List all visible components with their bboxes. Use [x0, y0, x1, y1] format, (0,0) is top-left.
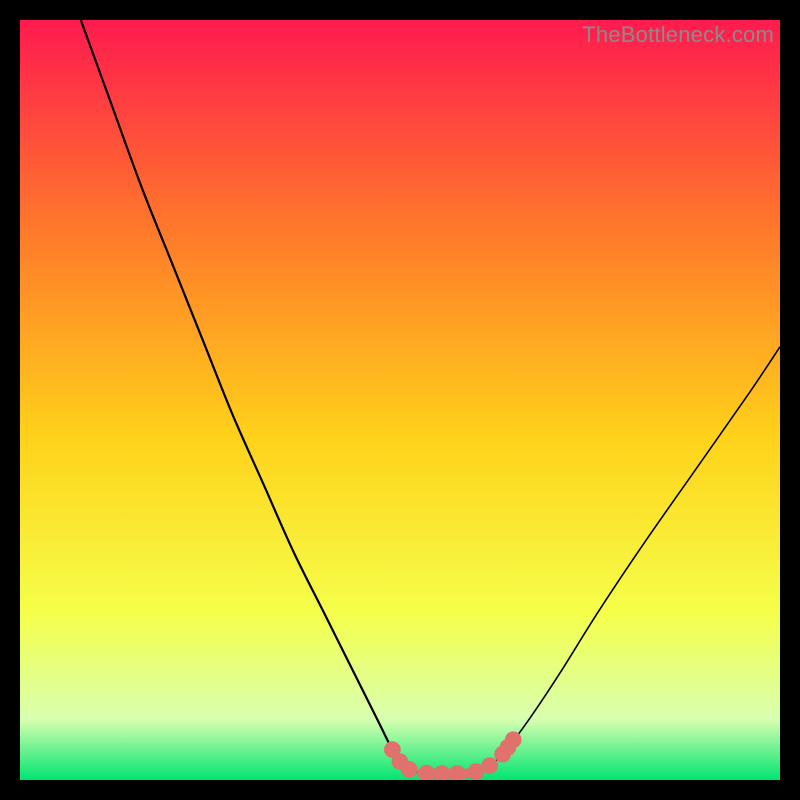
- trough-bar: [417, 769, 472, 779]
- trough-markers: [384, 731, 522, 780]
- watermark-label: TheBottleneck.com: [582, 22, 774, 48]
- curve-right-branch: [480, 347, 780, 771]
- trough-marker-dot: [481, 757, 498, 774]
- trough-marker-dot: [505, 731, 522, 748]
- chart-frame: TheBottleneck.com: [20, 20, 780, 780]
- curve-left-branch: [81, 20, 412, 771]
- trough-marker-dot: [401, 761, 418, 778]
- bottleneck-curve-layer: [20, 20, 780, 780]
